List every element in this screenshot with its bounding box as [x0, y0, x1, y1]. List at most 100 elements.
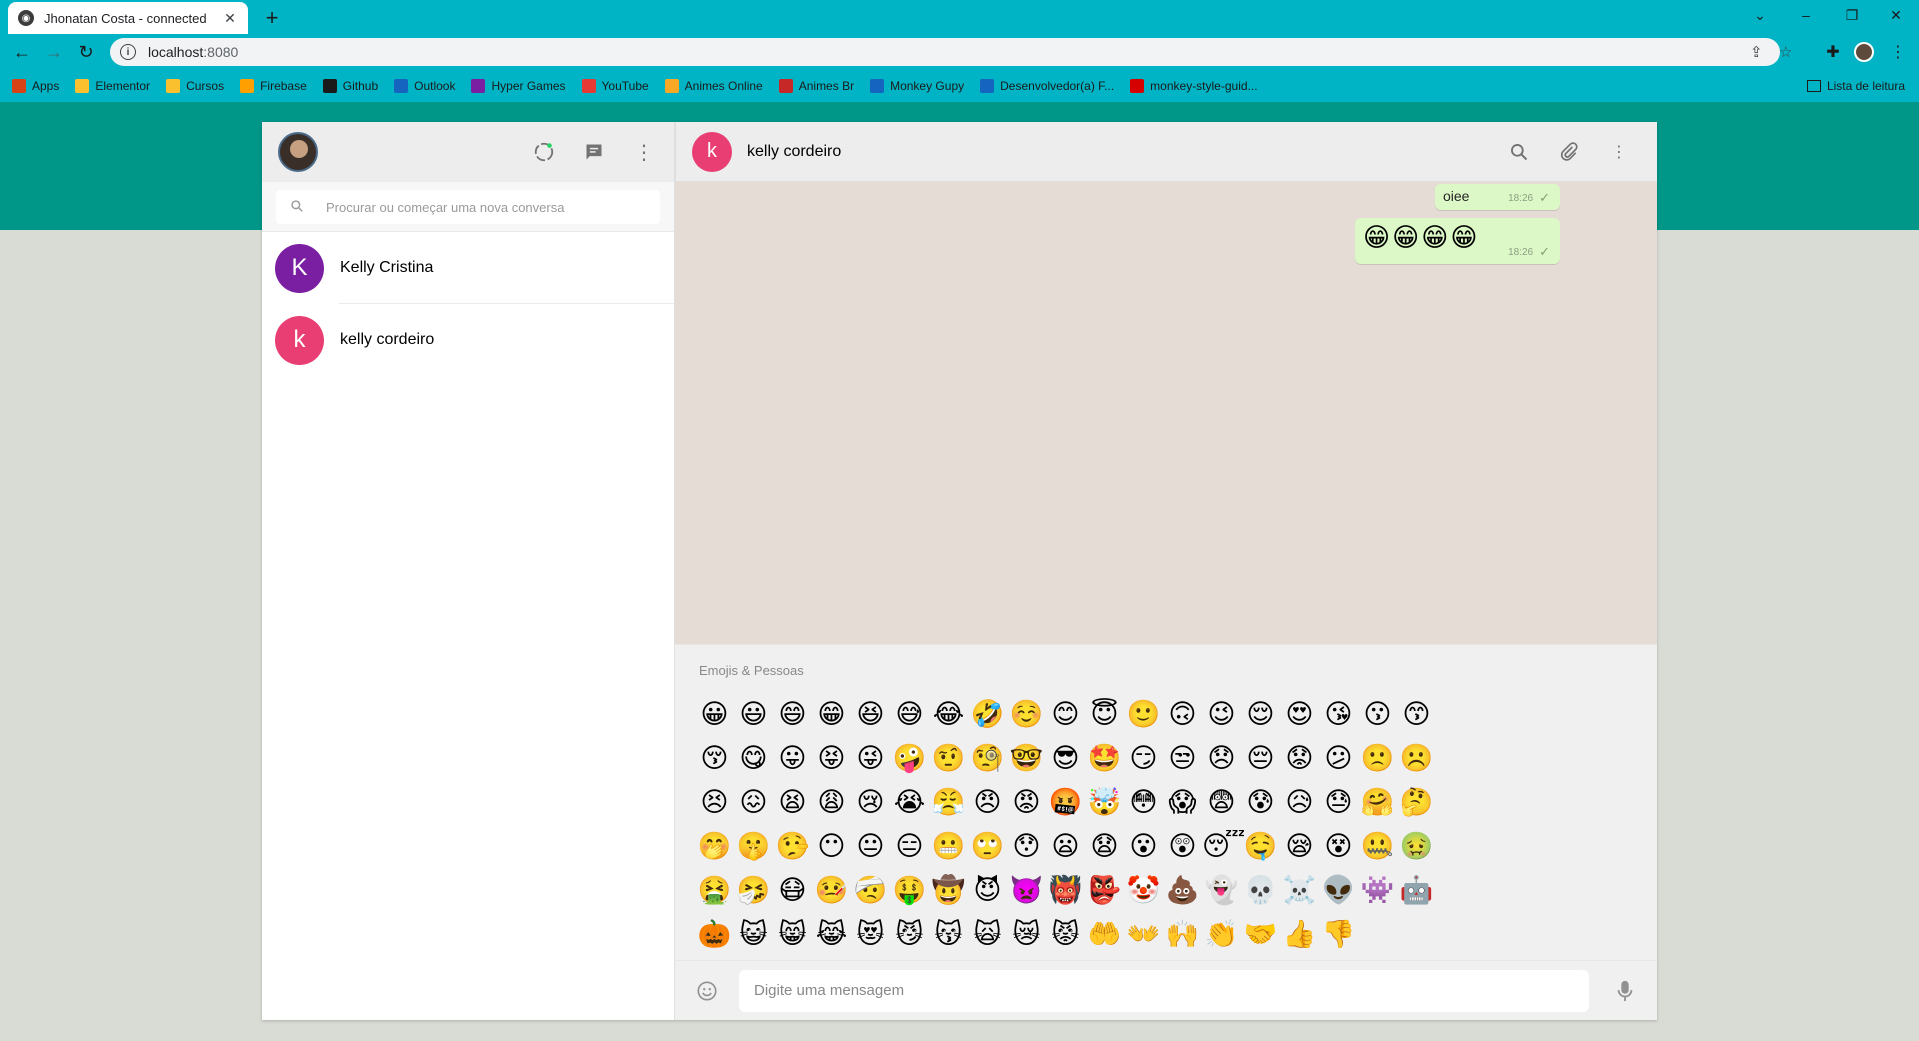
emoji-item[interactable]: 😑: [890, 824, 929, 868]
tab-close-icon[interactable]: ✕: [222, 10, 238, 27]
emoji-item[interactable]: 😢: [851, 780, 890, 824]
emoji-item[interactable]: 🤮: [695, 868, 734, 912]
emoji-item[interactable]: 😌: [1241, 692, 1280, 736]
reading-list-button[interactable]: Lista de leitura: [1806, 70, 1905, 102]
emoji-item[interactable]: 😪: [1280, 824, 1319, 868]
emoji-item[interactable]: 😤: [929, 780, 968, 824]
emoji-item[interactable]: 🤲: [1085, 912, 1124, 956]
emoji-item[interactable]: 😐: [851, 824, 890, 868]
emoji-item[interactable]: 😙: [1397, 692, 1436, 736]
my-avatar[interactable]: [278, 132, 318, 172]
emoji-item[interactable]: 🤕: [851, 868, 890, 912]
emoji-item[interactable]: 😟: [1280, 736, 1319, 780]
emoji-item[interactable]: 😶: [812, 824, 851, 868]
emoji-item[interactable]: 😥: [1280, 780, 1319, 824]
emoji-item[interactable]: 😊: [1046, 692, 1085, 736]
omnibox[interactable]: i localhost:8080 ⇪ ☆: [110, 38, 1792, 66]
status-icon[interactable]: [532, 140, 556, 164]
emoji-item[interactable]: 😋: [734, 736, 773, 780]
contact-item-kelly-cordeiro[interactable]: k kelly cordeiro: [262, 304, 674, 376]
emoji-item[interactable]: 😞: [1202, 736, 1241, 780]
emoji-item[interactable]: 🤠: [929, 868, 968, 912]
emoji-item[interactable]: 👿: [1007, 868, 1046, 912]
emoji-item[interactable]: ☠️: [1280, 868, 1319, 912]
emoji-item[interactable]: 🤭: [695, 824, 734, 868]
emoji-item[interactable]: 🙂: [1124, 692, 1163, 736]
chat-contact-avatar[interactable]: k: [692, 131, 732, 172]
emoji-item[interactable]: 😷: [773, 868, 812, 912]
emoji-item[interactable]: 🤔: [1397, 780, 1436, 824]
emoji-item[interactable]: 🤓: [1007, 736, 1046, 780]
emoji-item[interactable]: 🤒: [812, 868, 851, 912]
emoji-item[interactable]: 😝: [812, 736, 851, 780]
emoji-item[interactable]: 🤢: [1397, 824, 1436, 868]
chat-menu-icon[interactable]: ⋮: [1607, 140, 1631, 164]
emoji-item[interactable]: 😃: [734, 692, 773, 736]
bookmark-item[interactable]: YouTube: [581, 79, 649, 93]
emoji-item[interactable]: 😈: [968, 868, 1007, 912]
bookmark-item[interactable]: Outlook: [394, 79, 455, 93]
new-chat-icon[interactable]: [582, 140, 606, 164]
emoji-item[interactable]: 😮: [1124, 824, 1163, 868]
emoji-item[interactable]: 🤗: [1358, 780, 1397, 824]
emoji-item[interactable]: 😡: [1007, 780, 1046, 824]
emoji-item[interactable]: 😇: [1085, 692, 1124, 736]
emoji-item[interactable]: 😎: [1046, 736, 1085, 780]
message-input[interactable]: [739, 969, 1589, 1012]
emoji-item[interactable]: 😿: [1007, 912, 1046, 956]
emoji-item[interactable]: 😦: [1046, 824, 1085, 868]
emoji-item[interactable]: 👾: [1358, 868, 1397, 912]
emoji-item[interactable]: 🤫: [734, 824, 773, 868]
extensions-icon[interactable]: ✚: [1819, 38, 1847, 66]
emoji-item[interactable]: 🧐: [968, 736, 1007, 780]
emoji-item[interactable]: 😠: [968, 780, 1007, 824]
emoji-item[interactable]: 😉: [1202, 692, 1241, 736]
emoji-item[interactable]: 🤬: [1046, 780, 1085, 824]
site-info-icon[interactable]: i: [120, 44, 136, 60]
bookmark-item[interactable]: Firebase: [240, 79, 307, 93]
emoji-item[interactable]: 🤑: [890, 868, 929, 912]
message-bubble[interactable]: 😁😁😁😁 18:26 ✓: [1355, 218, 1560, 264]
emoji-item[interactable]: 😀: [695, 692, 734, 736]
emoji-item[interactable]: 😆: [851, 692, 890, 736]
reload-icon[interactable]: ↻: [72, 38, 100, 66]
emoji-item[interactable]: 😒: [1163, 736, 1202, 780]
emoji-item[interactable]: 🙃: [1163, 692, 1202, 736]
emoji-item[interactable]: 😻: [851, 912, 890, 956]
emoji-item[interactable]: 🤣: [968, 692, 1007, 736]
emoji-item[interactable]: 🤖: [1397, 868, 1436, 912]
sidebar-menu-icon[interactable]: ⋮: [632, 140, 656, 164]
browser-tab[interactable]: ◉ Jhonatan Costa - connected ✕: [8, 2, 248, 34]
emoji-item[interactable]: 😽: [929, 912, 968, 956]
bookmark-item[interactable]: Cursos: [166, 79, 224, 93]
emoji-item[interactable]: 👽: [1319, 868, 1358, 912]
emoji-item[interactable]: 😄: [773, 692, 812, 736]
emoji-item[interactable]: 😱: [1163, 780, 1202, 824]
emoji-item[interactable]: 😕: [1319, 736, 1358, 780]
emoji-item[interactable]: 😂: [929, 692, 968, 736]
emoji-item[interactable]: 😳: [1124, 780, 1163, 824]
emoji-item[interactable]: 👹: [1046, 868, 1085, 912]
emoji-item[interactable]: 🤩: [1085, 736, 1124, 780]
emoji-item[interactable]: 😬: [929, 824, 968, 868]
search-input[interactable]: [326, 199, 656, 215]
forward-icon[interactable]: →: [40, 38, 68, 66]
emoji-item[interactable]: 😼: [890, 912, 929, 956]
emoji-item[interactable]: 😏: [1124, 736, 1163, 780]
tab-search-icon[interactable]: ⌄: [1737, 0, 1783, 30]
emoji-item[interactable]: 😗: [1358, 692, 1397, 736]
emoji-item[interactable]: 😨: [1202, 780, 1241, 824]
emoji-item[interactable]: 😹: [812, 912, 851, 956]
contact-item-kelly-cristina[interactable]: K Kelly Cristina: [262, 232, 674, 304]
bookmark-item[interactable]: Github: [322, 79, 378, 93]
emoji-item[interactable]: 😲: [1163, 824, 1202, 868]
attach-icon[interactable]: [1557, 140, 1581, 164]
emoji-item[interactable]: 🤨: [929, 736, 968, 780]
emoji-item[interactable]: 👻: [1202, 868, 1241, 912]
emoji-item[interactable]: 😘: [1319, 692, 1358, 736]
emoji-item[interactable]: 🙄: [968, 824, 1007, 868]
bookmark-item[interactable]: Hyper Games: [471, 79, 566, 93]
emoji-item[interactable]: 👐: [1124, 912, 1163, 956]
restore-icon[interactable]: ❐: [1829, 0, 1875, 30]
close-window-icon[interactable]: ✕: [1873, 0, 1919, 30]
